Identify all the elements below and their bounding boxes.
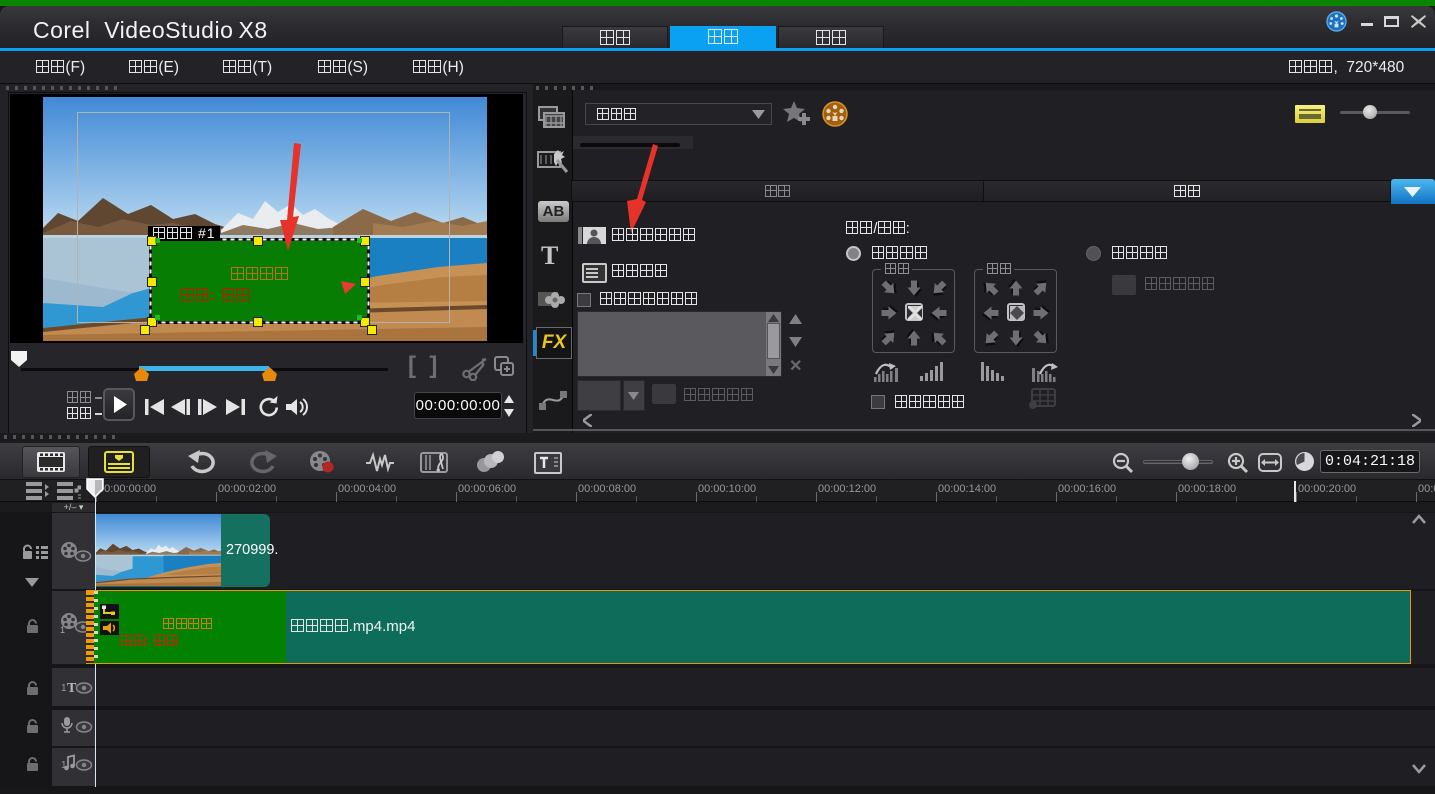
svg-text:T: T <box>67 681 77 696</box>
svg-text:1: 1 <box>60 625 65 634</box>
